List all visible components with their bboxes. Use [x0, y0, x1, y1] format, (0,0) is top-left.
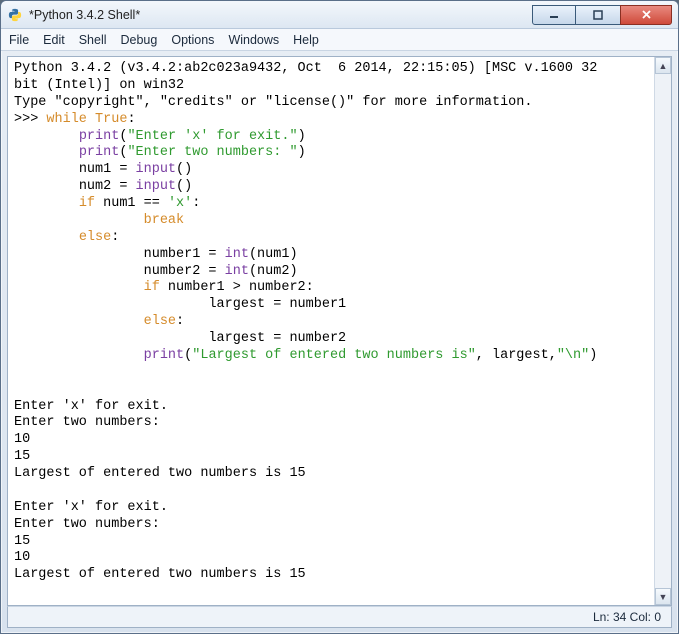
- fn-print: print: [79, 129, 120, 144]
- kw-break: break: [144, 213, 185, 228]
- fn-int: int: [225, 247, 249, 262]
- menu-help[interactable]: Help: [293, 33, 319, 47]
- banner-line: Type "copyright", "credits" or "license(…: [14, 95, 532, 110]
- code-text: num2 =: [79, 179, 136, 194]
- kw-while: while: [46, 112, 87, 127]
- output-line: Largest of entered two numbers is 15: [14, 567, 306, 582]
- str: "\n": [557, 348, 589, 363]
- call: (): [176, 162, 192, 177]
- window-controls: [532, 5, 672, 25]
- minimize-button[interactable]: [532, 5, 576, 25]
- fn-input: input: [136, 162, 177, 177]
- colon: :: [111, 230, 119, 245]
- output-line: 10: [14, 432, 30, 447]
- str: "Enter 'x' for exit.": [127, 129, 297, 144]
- vertical-scrollbar[interactable]: ▲ ▼: [654, 57, 671, 605]
- menu-file[interactable]: File: [9, 33, 29, 47]
- output-line: Enter two numbers:: [14, 415, 160, 430]
- shell-text-area[interactable]: Python 3.4.2 (v3.4.2:ab2c023a9432, Oct 6…: [8, 57, 654, 605]
- app-window: *Python 3.4.2 Shell* File Edit Shell Deb…: [0, 0, 679, 634]
- kw-if: if: [144, 280, 160, 295]
- python-icon: [7, 7, 23, 23]
- paren: ): [298, 145, 306, 160]
- fn-int: int: [225, 264, 249, 279]
- titlebar[interactable]: *Python 3.4.2 Shell*: [1, 1, 678, 29]
- menu-options[interactable]: Options: [171, 33, 214, 47]
- code-text: number2 =: [144, 264, 225, 279]
- prompt: >>>: [14, 112, 46, 127]
- str: "Largest of entered two numbers is": [192, 348, 476, 363]
- menu-shell[interactable]: Shell: [79, 33, 107, 47]
- cursor-position: Ln: 34 Col: 0: [593, 610, 661, 624]
- str: "Enter two numbers: ": [127, 145, 297, 160]
- str: 'x': [168, 196, 192, 211]
- code-text: number1 > number2:: [160, 280, 314, 295]
- colon: :: [127, 112, 135, 127]
- paren: ): [589, 348, 597, 363]
- kw-true: True: [95, 112, 127, 127]
- banner-line: bit (Intel)] on win32: [14, 78, 184, 93]
- kw-else: else: [144, 314, 176, 329]
- maximize-button[interactable]: [576, 5, 620, 25]
- code-text: (num2): [249, 264, 298, 279]
- colon: :: [192, 196, 200, 211]
- fn-input: input: [136, 179, 177, 194]
- code-text: num1 ==: [95, 196, 168, 211]
- output-line: 10: [14, 550, 30, 565]
- code-text: number1 =: [144, 247, 225, 262]
- paren: ): [298, 129, 306, 144]
- menu-windows[interactable]: Windows: [228, 33, 279, 47]
- fn-print: print: [79, 145, 120, 160]
- output-line: 15: [14, 534, 30, 549]
- close-button[interactable]: [620, 5, 672, 25]
- output-line: Enter 'x' for exit.: [14, 399, 168, 414]
- kw-if: if: [79, 196, 95, 211]
- output-line: Largest of entered two numbers is 15: [14, 466, 306, 481]
- menubar: File Edit Shell Debug Options Windows He…: [1, 29, 678, 51]
- output-line: 15: [14, 449, 30, 464]
- window-title: *Python 3.4.2 Shell*: [29, 8, 532, 22]
- call: (): [176, 179, 192, 194]
- code-text: , largest,: [476, 348, 557, 363]
- fn-print: print: [144, 348, 185, 363]
- scroll-down-button[interactable]: ▼: [655, 588, 671, 605]
- menu-edit[interactable]: Edit: [43, 33, 65, 47]
- scroll-up-button[interactable]: ▲: [655, 57, 671, 74]
- output-line: Enter 'x' for exit.: [14, 500, 168, 515]
- output-line: Enter two numbers:: [14, 517, 160, 532]
- code-text: num1 =: [79, 162, 136, 177]
- menu-debug[interactable]: Debug: [121, 33, 158, 47]
- code-text: largest = number2: [208, 331, 346, 346]
- colon: :: [176, 314, 184, 329]
- code-text: largest = number1: [208, 297, 346, 312]
- banner-line: Python 3.4.2 (v3.4.2:ab2c023a9432, Oct 6…: [14, 61, 597, 76]
- kw-else: else: [79, 230, 111, 245]
- editor-pane: Python 3.4.2 (v3.4.2:ab2c023a9432, Oct 6…: [7, 56, 672, 606]
- code-text: (num1): [249, 247, 298, 262]
- statusbar: Ln: 34 Col: 0: [7, 606, 672, 628]
